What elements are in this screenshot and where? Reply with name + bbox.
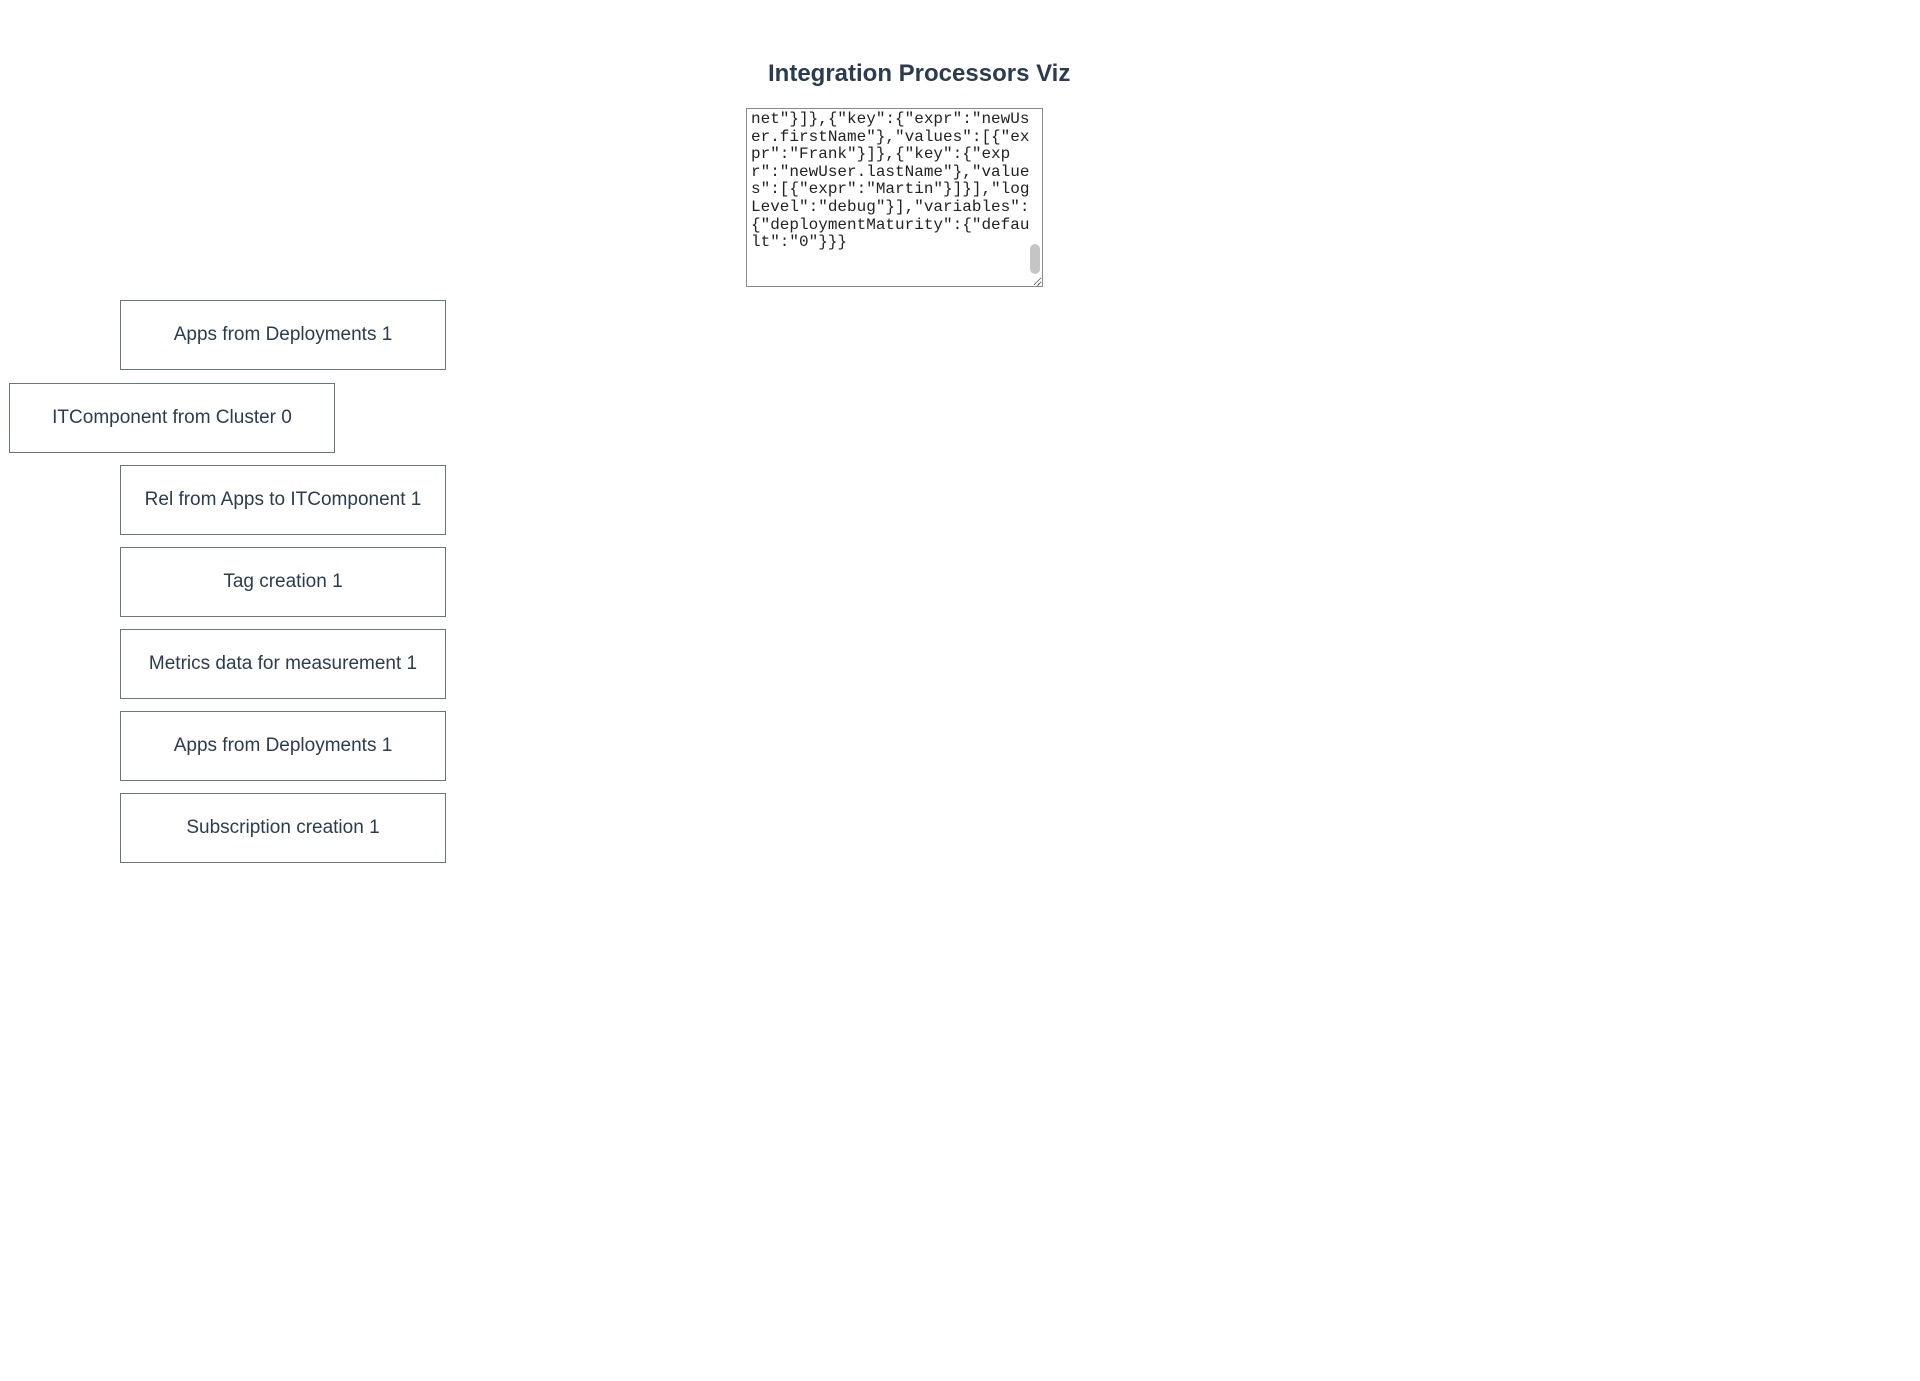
- node-label: Metrics data for measurement 1: [149, 653, 417, 675]
- scrollbar-thumb[interactable]: [1030, 244, 1040, 274]
- resize-handle[interactable]: [1030, 274, 1042, 286]
- scrollbar-track[interactable]: [1028, 111, 1040, 274]
- node-label: Subscription creation 1: [186, 817, 379, 839]
- json-content: net"}]},{"key":{"expr":"newUser.firstNam…: [751, 111, 1038, 252]
- processor-node[interactable]: Apps from Deployments 1: [120, 300, 446, 370]
- processor-node[interactable]: Rel from Apps to ITComponent 1: [120, 465, 446, 535]
- processor-node[interactable]: Subscription creation 1: [120, 793, 446, 863]
- processor-node[interactable]: Tag creation 1: [120, 547, 446, 617]
- node-label: Apps from Deployments 1: [174, 735, 393, 757]
- processor-node[interactable]: Metrics data for measurement 1: [120, 629, 446, 699]
- json-textarea[interactable]: net"}]},{"key":{"expr":"newUser.firstNam…: [746, 108, 1043, 287]
- node-label: Apps from Deployments 1: [174, 324, 393, 346]
- processor-node[interactable]: ITComponent from Cluster 0: [9, 383, 335, 453]
- node-label: ITComponent from Cluster 0: [52, 407, 292, 429]
- page-title: Integration Processors Viz: [768, 60, 1070, 88]
- processor-node[interactable]: Apps from Deployments 1: [120, 711, 446, 781]
- node-label: Tag creation 1: [223, 571, 342, 593]
- node-label: Rel from Apps to ITComponent 1: [145, 489, 422, 511]
